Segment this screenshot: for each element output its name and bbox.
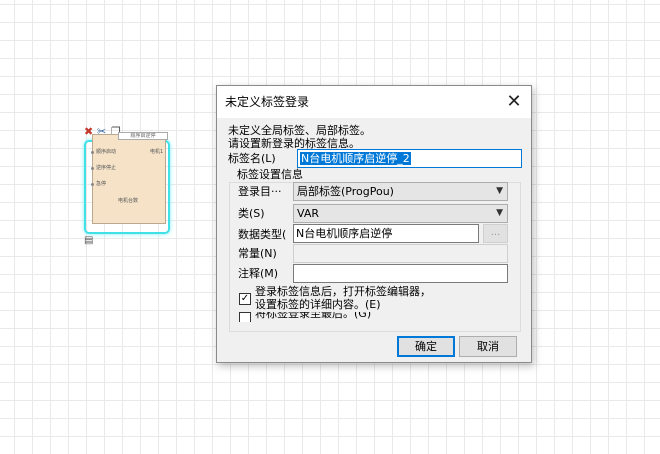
comment-label: 注释(M) xyxy=(238,267,279,280)
register-target-value: 局部标签(ProgPou) xyxy=(297,185,394,198)
datatype-browse-button[interactable]: ... xyxy=(483,224,508,243)
function-block[interactable] xyxy=(92,134,166,224)
label-name-label: 标签名(L) xyxy=(228,152,276,165)
ok-button[interactable]: 确定 xyxy=(397,336,455,357)
label-name-value: N台电机顺序启逆停_2 xyxy=(300,152,411,165)
dialog-title: 未定义标签登录 xyxy=(225,95,310,109)
last-option-label: 将标签登录至最后。(G) xyxy=(255,312,372,320)
cancel-button[interactable]: 取消 xyxy=(459,336,517,357)
close-icon[interactable]: ✕ xyxy=(497,86,531,118)
datatype-label: 数据类型( xyxy=(238,228,287,241)
function-block-title: 顺序启逆停 xyxy=(118,132,168,140)
undefined-label-dialog: 未定义标签登录 ✕ 未定义全局标签、局部标签。 请设置新登录的标签信息。 标签名… xyxy=(216,85,532,363)
comment-input[interactable] xyxy=(293,264,508,283)
class-select[interactable]: VAR ▼ xyxy=(293,204,508,223)
pin-dot xyxy=(91,183,94,186)
document-icon[interactable]: ▤ xyxy=(84,235,96,247)
pin-dot xyxy=(91,167,94,170)
chevron-down-icon: ▼ xyxy=(496,208,503,218)
chevron-down-icon: ▼ xyxy=(496,186,503,196)
last-option-clip: 将标签登录至最后。(G) xyxy=(237,312,507,322)
datatype-input[interactable]: N台电机顺序启逆停 xyxy=(293,224,479,243)
open-editor-label-line-2: 设置标签的详细内容。(E) xyxy=(255,298,381,311)
class-label: 类(S) xyxy=(238,207,265,220)
constant-input[interactable] xyxy=(293,244,508,263)
class-value: VAR xyxy=(297,207,319,220)
pin-label: 电机1 xyxy=(150,149,164,155)
pin-label: 电机台数 xyxy=(118,198,139,204)
open-editor-checkbox[interactable]: ✓ xyxy=(239,293,251,305)
register-target-select[interactable]: 局部标签(ProgPou) ▼ xyxy=(293,182,508,201)
pin-label: 急停 xyxy=(96,181,107,187)
message-line-1: 未定义全局标签、局部标签。 xyxy=(228,124,371,137)
pin-label: 逆序停止 xyxy=(96,165,117,171)
label-settings-group-title: 标签设置信息 xyxy=(235,168,305,181)
dialog-titlebar: 未定义标签登录 ✕ xyxy=(217,86,531,118)
label-name-input[interactable]: N台电机顺序启逆停_2 xyxy=(297,149,522,168)
constant-label: 常量(N) xyxy=(238,247,277,260)
pin-dot xyxy=(91,151,94,154)
last-option-checkbox[interactable] xyxy=(239,312,251,322)
register-target-label: 登录目··· xyxy=(238,185,282,198)
pin-label: 顺序启动 xyxy=(96,149,117,155)
open-editor-label-line-1: 登录标签信息后，打开标签编辑器， xyxy=(255,285,431,298)
